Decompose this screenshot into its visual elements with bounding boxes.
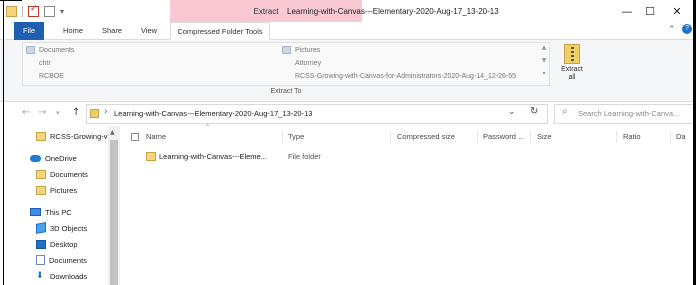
nav-item-label: Downloads <box>50 271 88 281</box>
divider[interactable] <box>282 131 283 143</box>
nav-item-label: RCSS-Growing-v <box>50 131 108 141</box>
search-input[interactable]: Search Learning-with-Canva... <box>578 109 694 118</box>
gallery-more-icon[interactable]: ▾ <box>540 70 548 77</box>
nav-item-label: Pictures <box>50 185 78 195</box>
nav-item-3d-objects[interactable]: 3D Objects <box>36 220 87 236</box>
folder-icon <box>36 169 46 179</box>
refresh-button[interactable]: ↻ <box>530 106 538 117</box>
gallery-item-label: RCSS-Growing-with-Canvas-for-Administrat… <box>295 72 516 80</box>
search-icon: ⌕ <box>562 106 568 117</box>
nav-item-label: Documents <box>49 255 87 265</box>
window-title: Learning-with-Canvas---Elementary-2020-A… <box>287 7 499 16</box>
up-button[interactable]: ↑ <box>72 107 80 118</box>
nav-item-label: OneDrive <box>45 153 77 163</box>
help-icon[interactable]: ? <box>682 24 692 34</box>
window-frame <box>3 0 4 285</box>
gallery-item-label: RCBOE <box>39 72 64 80</box>
column-header-date[interactable]: Da <box>676 131 686 143</box>
scroll-up-icon[interactable]: ▲ <box>110 129 115 136</box>
nav-item-documents[interactable]: Documents <box>36 166 88 182</box>
close-button[interactable]: ✕ <box>660 0 694 22</box>
file-name[interactable]: Learning-with-Canvas---Eleme... <box>159 152 279 161</box>
nav-item-onedrive[interactable]: OneDrive <box>30 150 77 166</box>
folder-icon <box>26 46 35 54</box>
folder-icon <box>146 152 156 161</box>
gallery-item[interactable]: chtr <box>26 57 51 69</box>
forward-button[interactable]: → <box>38 107 46 118</box>
properties-icon[interactable] <box>28 4 39 17</box>
nav-item-rcss-growing[interactable]: RCSS-Growing-v <box>36 128 108 144</box>
nav-item-documents-pc[interactable]: Documents <box>36 252 87 268</box>
ribbon-expand-icon[interactable]: ⌃ <box>668 25 676 35</box>
column-header-name[interactable]: Name <box>146 131 166 143</box>
documents-icon <box>36 255 45 265</box>
gallery-item[interactable]: RCBOE <box>26 70 64 82</box>
ribbon-group-label: Extract To <box>270 88 302 95</box>
select-all-checkbox[interactable] <box>131 133 139 141</box>
divider[interactable] <box>477 131 478 143</box>
nav-item-this-pc[interactable]: This PC <box>30 204 72 220</box>
nav-item-pictures[interactable]: Pictures <box>36 182 77 198</box>
downloads-icon: ⬇ <box>36 271 44 281</box>
nav-item-label: Desktop <box>50 239 78 249</box>
nav-item-label: 3D Objects <box>50 223 88 233</box>
file-type: File folder <box>288 152 321 161</box>
new-folder-icon[interactable] <box>44 5 55 17</box>
tab-share[interactable]: Share <box>96 22 128 40</box>
column-header-compressed-size[interactable]: Compressed size <box>397 131 455 143</box>
tab-file[interactable]: File <box>14 22 44 40</box>
divider[interactable] <box>616 131 617 143</box>
zip-folder-icon <box>564 44 580 64</box>
extract-all-label: Extract all <box>561 66 583 81</box>
divider[interactable] <box>670 131 671 143</box>
breadcrumb-path[interactable]: Learning-with-Canvas---Elementary-2020-A… <box>114 109 312 118</box>
computer-icon <box>30 208 41 216</box>
divider[interactable] <box>390 131 391 143</box>
gallery-item[interactable]: RCSS-Growing-with-Canvas-for-Administrat… <box>282 70 516 82</box>
gallery-item-label: Attorney <box>295 59 322 67</box>
column-header-size[interactable]: Size <box>537 131 552 143</box>
gallery-item-label: Documents <box>39 46 75 54</box>
nav-item-desktop[interactable]: Desktop <box>36 236 78 252</box>
desktop-icon <box>36 239 46 249</box>
back-button[interactable]: ← <box>22 107 30 118</box>
gallery-item-label: Pictures <box>295 46 321 54</box>
column-header-ratio[interactable]: Ratio <box>623 131 641 143</box>
folder-icon <box>36 131 46 141</box>
gallery-item[interactable]: Documents <box>26 44 74 56</box>
breadcrumb-chevron-icon[interactable]: › <box>104 107 108 117</box>
column-header-type[interactable]: Type <box>288 131 304 143</box>
sort-ascending-icon: ^ <box>205 124 211 131</box>
divider <box>22 5 23 17</box>
nav-item-label: This PC <box>45 207 72 217</box>
tab-home[interactable]: Home <box>56 22 90 40</box>
zip-folder-icon <box>90 109 99 118</box>
divider[interactable] <box>530 131 531 143</box>
gallery-scroll-up-icon[interactable]: ▲ <box>540 44 548 51</box>
folder-icon <box>36 185 46 195</box>
folder-icon[interactable] <box>6 5 17 17</box>
quick-access-toolbar: ▾ <box>6 3 64 19</box>
recent-locations-icon[interactable]: ▾ <box>56 109 60 117</box>
tab-view[interactable]: View <box>134 22 164 40</box>
gallery-item-label: chtr <box>39 59 51 67</box>
customize-dropdown-icon[interactable]: ▾ <box>60 7 64 16</box>
column-header-password[interactable]: Password ... <box>483 131 524 143</box>
nav-item-label: Documents <box>50 169 88 179</box>
address-dropdown-icon[interactable]: ⌄ <box>508 107 516 117</box>
onedrive-icon <box>30 154 41 162</box>
tab-compressed-folder-tools[interactable]: Compressed Folder Tools <box>170 22 270 41</box>
gallery-scroll-down-icon[interactable]: ▼ <box>540 57 548 64</box>
nav-scrollbar-thumb[interactable] <box>110 140 118 285</box>
pictures-icon <box>282 46 291 54</box>
gallery-item[interactable]: Pictures <box>282 44 320 56</box>
extract-all-button[interactable]: Extract all <box>558 44 586 88</box>
nav-item-downloads[interactable]: ⬇ Downloads <box>36 268 87 284</box>
3d-objects-icon <box>36 222 46 234</box>
gallery-item[interactable]: Attorney <box>282 57 321 69</box>
